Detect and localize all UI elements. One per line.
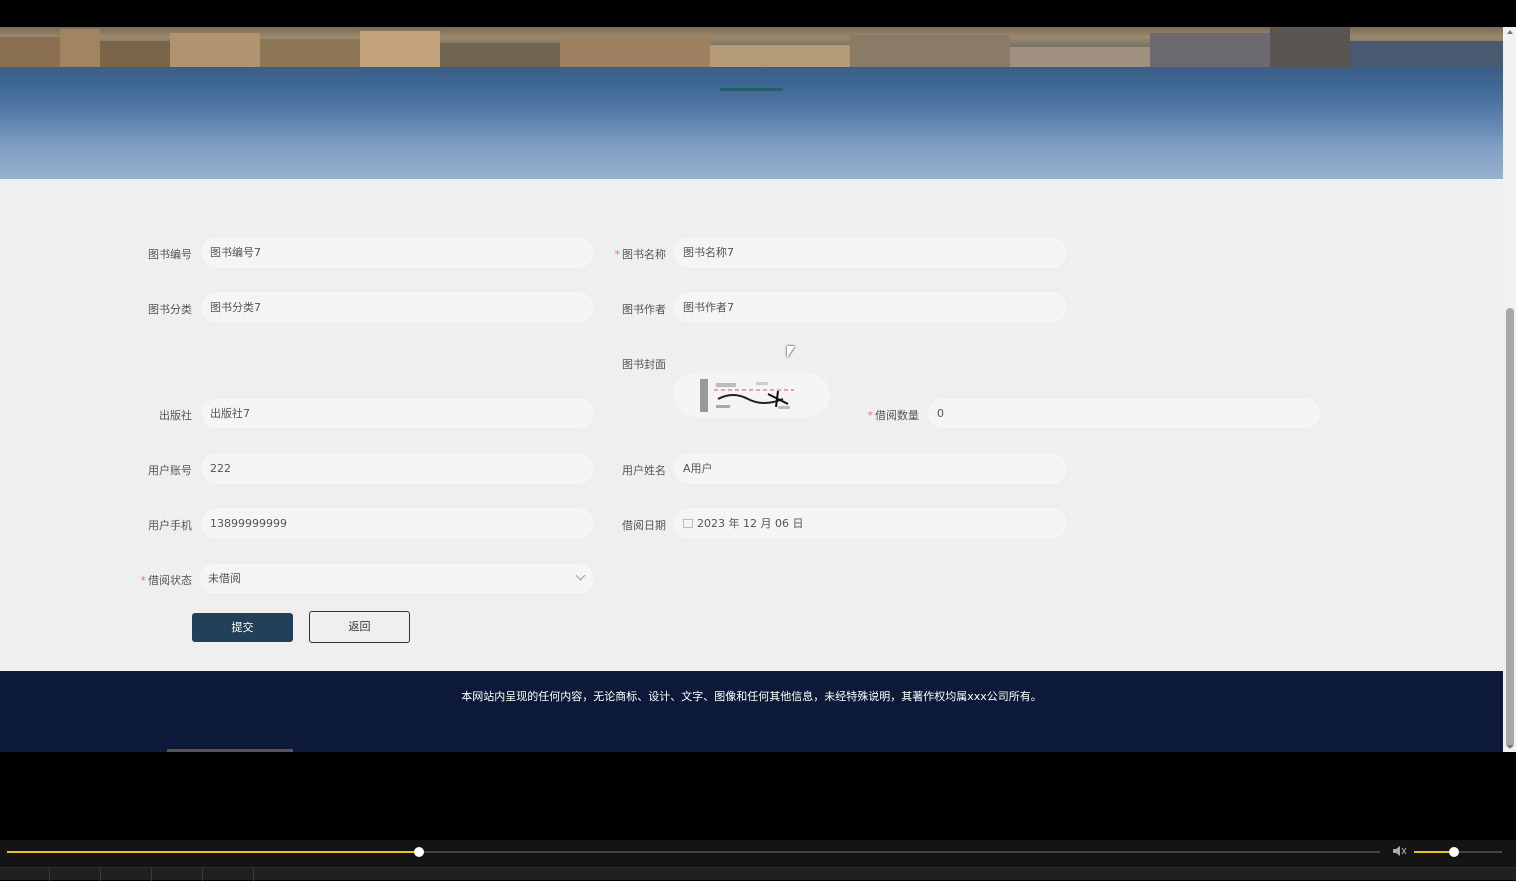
book-author-input[interactable]: 图书作者7 [673,291,1068,324]
player-bottom-bar [0,867,1516,881]
progress-handle[interactable] [414,847,424,857]
book-name-label: * 图书名称 [614,248,667,261]
book-no-input[interactable]: 图书编号7 [200,236,595,269]
borrow-qty-input[interactable]: 0 [927,397,1321,430]
calendar-icon [683,519,693,528]
volume-handle[interactable] [1449,847,1459,857]
user-name-input[interactable]: A用户 [673,452,1068,485]
volume-fill [1414,851,1454,853]
borrow-status-label: * 借阅状态 [140,574,193,587]
user-account-input[interactable]: 222 [200,452,595,485]
progress-bar[interactable] [7,847,1380,857]
book-cover-image [698,377,796,414]
banner-image [0,27,1503,179]
book-name-input[interactable]: 图书名称7 [673,236,1068,269]
city-skyline-image [0,27,1503,67]
user-account-label: 用户账号 [148,464,192,477]
borrow-date-label: 借阅日期 [622,519,666,532]
video-player-controls [0,840,1516,881]
publisher-input[interactable]: 出版社7 [200,397,595,430]
user-phone-label: 用户手机 [148,519,192,532]
volume-icon[interactable] [1393,845,1407,857]
horizontal-scrollbar-thumb[interactable] [167,749,293,752]
borrow-status-select[interactable]: 未借阅 [198,562,595,595]
borrow-status-value: 未借阅 [208,572,241,585]
book-no-label: 图书编号 [148,248,192,261]
progress-fill [7,851,419,853]
borrow-qty-label: * 借阅数量 [867,409,920,422]
scrollbar-thumb[interactable] [1506,308,1514,748]
scroll-down-arrow-icon[interactable] [1507,745,1513,749]
borrow-date-picker[interactable]: 2023 年 12 月 06 日 [673,507,1068,540]
book-category-input[interactable]: 图书分类7 [200,291,595,324]
footer-copyright: 本网站内呈现的任何内容，无论商标、设计、文字、图像和任何其他信息，未经特殊说明，… [461,690,1042,703]
back-button[interactable]: 返回 [309,611,410,643]
submit-button[interactable]: 提交 [192,613,293,642]
user-phone-input[interactable]: 13899999999 [200,507,595,540]
borrow-date-value: 2023 年 12 月 06 日 [697,517,804,530]
publisher-label: 出版社 [159,409,192,422]
book-author-label: 图书作者 [622,303,666,316]
volume-slider[interactable] [1414,847,1502,857]
book-cover-label: 图书封面 [622,358,666,371]
scroll-up-arrow-icon[interactable] [1507,30,1513,34]
banner-underline [720,88,783,91]
page-viewport: 图书编号 图书编号7 * 图书名称 图书名称7 图书分类 图书分类7 图书作者 图… [0,27,1503,752]
book-category-label: 图书分类 [148,303,192,316]
vertical-scrollbar[interactable] [1503,27,1516,752]
chevron-down-icon [575,570,586,581]
mouse-cursor-icon [787,346,795,358]
book-cover-upload[interactable] [673,373,830,417]
footer: 本网站内呈现的任何内容，无论商标、设计、文字、图像和任何其他信息，未经特殊说明，… [0,671,1503,752]
user-name-label: 用户姓名 [622,464,666,477]
